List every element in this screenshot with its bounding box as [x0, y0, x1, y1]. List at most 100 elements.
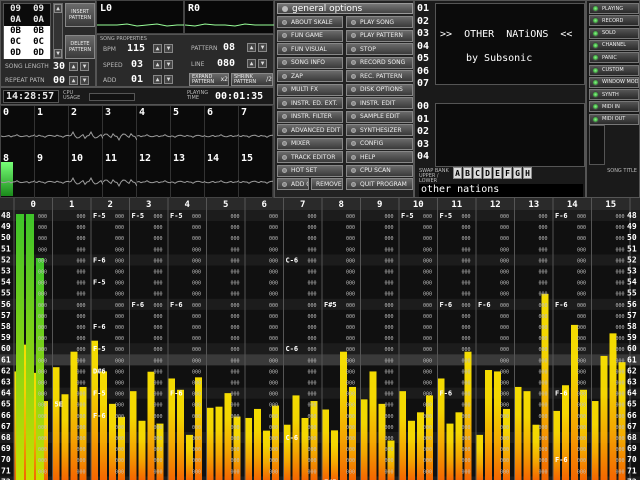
menu-button[interactable]: DISK OPTIONS [346, 83, 413, 96]
toggle-channel[interactable]: CHANNEL [589, 39, 639, 51]
channel-scope-2[interactable]: 2 [69, 106, 103, 152]
channel-header[interactable]: 13 [528, 200, 539, 210]
channel-scope-5[interactable]: 5 [171, 106, 205, 152]
channel-scope-9[interactable]: 9 [35, 152, 69, 198]
line-up-icon[interactable]: ▲ [247, 59, 256, 68]
menu-button[interactable]: RECORD SONG [346, 56, 413, 69]
menu-button[interactable]: ZAP [277, 70, 343, 82]
toggle-window-mode[interactable]: WINDOW MODE [589, 76, 639, 88]
bank-button-f[interactable]: F [503, 167, 512, 179]
menu-button[interactable]: CPU SCAN [346, 164, 413, 177]
instrument-number[interactable]: 06 [417, 66, 429, 77]
bank-button-h[interactable]: H [523, 167, 532, 179]
menu-button[interactable]: SAMPLE EDIT [346, 110, 413, 123]
menu-button[interactable]: HOT SET [277, 164, 343, 177]
pattern-editor[interactable]: 0 1 2 3 4 5 6 7 8 9 10 11 12 13 14 15 48 48 000 000 000 000 00… [0, 198, 640, 480]
menu-button[interactable]: MULTI FX [277, 83, 343, 96]
menu-button[interactable]: QUIT PROGRAM [346, 178, 413, 190]
channel-scope-10[interactable]: 10 [69, 152, 103, 198]
note-cell[interactable]: F-6 [555, 301, 568, 309]
note-cell[interactable]: F-6 [93, 323, 106, 331]
note-cell[interactable]: C-6 [286, 434, 299, 442]
note-cell[interactable]: F-6 [132, 301, 145, 309]
note-cell[interactable]: F-5 [93, 212, 106, 220]
scroll-down-icon[interactable]: ▼ [54, 49, 62, 58]
insert-pattern-button[interactable]: INSERT PATTERN [65, 3, 95, 27]
channel-header[interactable]: 6 [262, 200, 267, 210]
bank-button-c[interactable]: C [473, 167, 482, 179]
menu-button[interactable]: FUN VISUAL [277, 43, 343, 55]
menu-button[interactable]: SONG INFO [277, 56, 343, 69]
position-list[interactable]: 09 09 0A 0A 0B 0B 0C 0C 0D 0D [3, 3, 51, 59]
channel-header[interactable]: 14 [567, 200, 578, 210]
channel-header[interactable]: 9 [377, 200, 382, 210]
repeat-pattern-down-icon[interactable]: ▼ [80, 76, 89, 85]
channel-header[interactable]: 7 [300, 200, 305, 210]
note-cell[interactable]: F-6 [170, 390, 183, 398]
menu-button[interactable]: FUN GAME [277, 29, 343, 42]
note-cell[interactable]: F-5 [132, 212, 145, 220]
bank-button-d[interactable]: D [483, 167, 492, 179]
sample-number[interactable]: 02 [417, 126, 429, 137]
note-cell[interactable]: F-5 [93, 345, 106, 353]
menu-button[interactable]: INSTR. ED. EXT. [277, 97, 343, 109]
note-cell[interactable]: F-5 [440, 212, 453, 220]
channel-scope-11[interactable]: 11 [103, 152, 137, 198]
channel-header[interactable]: 11 [451, 200, 462, 210]
menu-button[interactable]: CONFIG [346, 137, 413, 150]
note-cell[interactable]: F-6 [555, 390, 568, 398]
note-cell[interactable]: F-6 [440, 390, 453, 398]
menu-button[interactable]: STOP [346, 43, 413, 55]
channel-header[interactable]: 12 [490, 200, 501, 210]
channel-header[interactable]: 5 [223, 200, 228, 210]
channel-scope-6[interactable]: 6 [205, 106, 239, 152]
general-options-header[interactable]: general options [277, 3, 413, 14]
toggle-midi-out[interactable]: MIDI OUT [589, 113, 639, 125]
note-cell[interactable]: F-5 [93, 279, 106, 287]
channel-header[interactable]: 0 [31, 200, 36, 210]
position-row[interactable]: 09 09 [4, 4, 50, 15]
note-cell[interactable]: 5E [55, 401, 63, 409]
speed-up-icon[interactable]: ▲ [153, 60, 162, 69]
channel-header[interactable]: 3 [146, 200, 151, 210]
sample-number[interactable]: 01 [417, 114, 429, 125]
channel-header[interactable]: 2 [108, 200, 113, 210]
note-cell[interactable]: F-6 [555, 456, 568, 464]
position-row[interactable]: 0D 0D [4, 48, 50, 59]
menu-button[interactable]: INSTR. EDIT [346, 97, 413, 109]
note-cell[interactable]: F-6 [440, 301, 453, 309]
channel-scope-7[interactable]: 7 [239, 106, 273, 152]
menu-button[interactable]: ABOUT SKALE [277, 16, 343, 28]
toggle-custom[interactable]: CUSTOM [589, 64, 639, 76]
expand-pattern-button[interactable]: EXPAND PATTERN x2 [189, 73, 229, 86]
menu-button[interactable]: SYNTHESIZER [346, 124, 413, 136]
pattern-up-icon[interactable]: ▲ [247, 43, 256, 52]
toggle-playing[interactable]: PLAYING [589, 3, 639, 14]
channel-scope-1[interactable]: 1 [35, 106, 69, 152]
instrument-number[interactable]: 05 [417, 53, 429, 64]
add-down-icon[interactable]: ▼ [164, 75, 173, 84]
sample-number[interactable]: 04 [417, 151, 429, 162]
channel-header[interactable]: 4 [185, 200, 191, 210]
menu-button[interactable]: INSTR. FILTER [277, 110, 343, 123]
menu-button[interactable]: REC. PATTERN [346, 70, 413, 82]
channel-header[interactable]: 15 [605, 200, 616, 210]
sample-list[interactable] [435, 103, 585, 167]
shrink-pattern-button[interactable]: SHRINK PATTERN/2 [231, 73, 273, 86]
bank-button-b[interactable]: B [463, 167, 472, 179]
note-cell[interactable]: F-6 [93, 256, 106, 264]
song-title-field[interactable]: other nations [419, 184, 583, 197]
instrument-number[interactable]: 01 [417, 3, 429, 14]
toggle-synth[interactable]: SYNTH [589, 89, 639, 101]
instrument-number[interactable]: 07 [417, 78, 429, 89]
channel-scope-4[interactable]: 4 [137, 106, 171, 152]
instrument-number[interactable]: 03 [417, 28, 429, 39]
note-cell[interactable]: F-5 [93, 390, 106, 398]
note-cell[interactable]: F-6 [478, 301, 491, 309]
menu-button[interactable]: HELP [346, 151, 413, 163]
song-length-up-icon[interactable]: ▲ [69, 62, 78, 71]
channel-header[interactable]: 10 [413, 200, 424, 210]
channel-scope-3[interactable]: 3 [103, 106, 137, 152]
toggle-record[interactable]: RECORD [589, 15, 639, 27]
bank-button-a[interactable]: A [453, 167, 462, 179]
